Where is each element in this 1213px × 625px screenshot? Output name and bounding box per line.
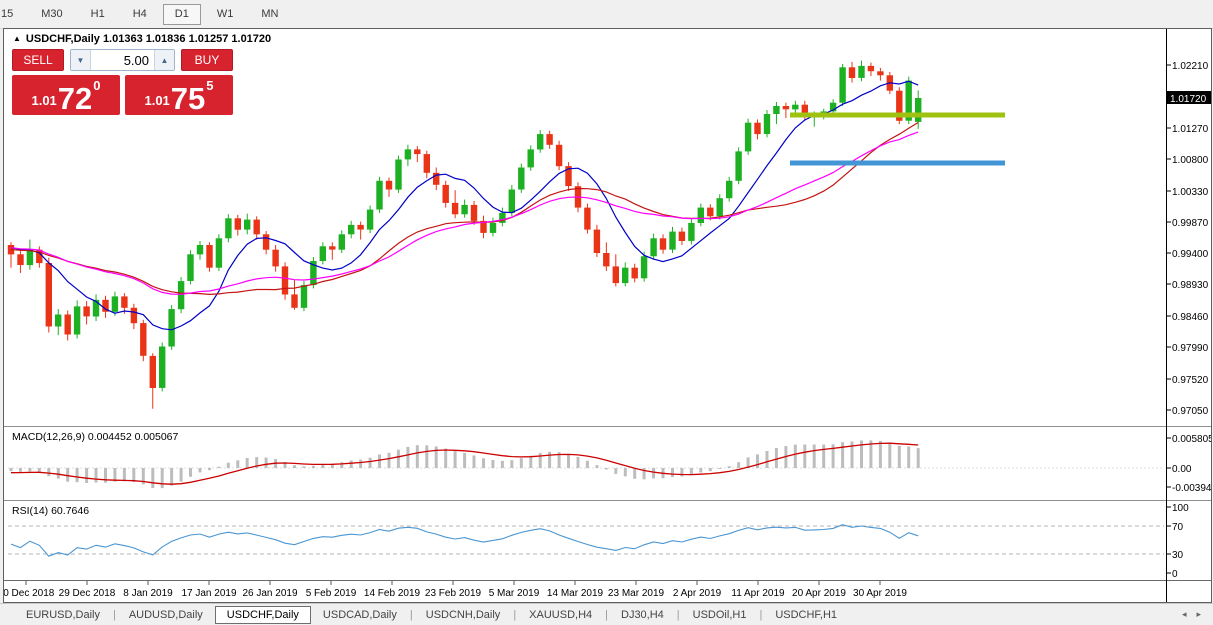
rsi-indicator-label: RSI(14) 60.7646 xyxy=(12,505,89,517)
buy-price-pips: 75 xyxy=(171,85,205,112)
symbol-tab-bar: EURUSD,Daily|AUDUSD,DailyUSDCHF,DailyUSD… xyxy=(0,603,1213,625)
rsi-panel: 100 70 30 0 xyxy=(8,503,1189,580)
tab-xauusd-h4[interactable]: XAUUSD,H4 xyxy=(517,606,604,624)
volume-decrease-button[interactable]: ▼ xyxy=(71,50,91,70)
svg-text:20 Dec 2018: 20 Dec 2018 xyxy=(4,588,55,599)
date-axis[interactable]: 20 Dec 2018 29 Dec 2018 8 Jan 2019 17 Jan 2… xyxy=(4,581,907,599)
svg-text:8 Jan 2019: 8 Jan 2019 xyxy=(123,588,173,599)
svg-text:-0.003945: -0.003945 xyxy=(1172,483,1211,494)
timeframe-button-h4[interactable]: H4 xyxy=(121,4,159,25)
svg-text:1.00800: 1.00800 xyxy=(1172,155,1209,166)
tab-usdoil-h1[interactable]: USDOil,H1 xyxy=(681,606,759,624)
svg-text:5 Feb 2019: 5 Feb 2019 xyxy=(306,588,357,599)
svg-text:26 Jan 2019: 26 Jan 2019 xyxy=(242,588,297,599)
svg-text:14 Feb 2019: 14 Feb 2019 xyxy=(364,588,421,599)
tab-dj30-h4[interactable]: DJ30,H4 xyxy=(609,606,676,624)
svg-text:0.97520: 0.97520 xyxy=(1172,375,1209,386)
chart-title-text: USDCHF,Daily 1.01363 1.01836 1.01257 1.0… xyxy=(26,33,271,45)
sell-button[interactable]: SELL xyxy=(12,49,64,71)
tab-scroll-right-icon[interactable]: ▸ xyxy=(1196,609,1201,619)
tab-scroll-arrows: ◂▸ xyxy=(1172,609,1201,620)
buy-price-point: 5 xyxy=(206,78,213,93)
svg-text:1.02210: 1.02210 xyxy=(1172,61,1209,72)
svg-text:1.00330: 1.00330 xyxy=(1172,187,1209,198)
tab-separator: | xyxy=(513,609,516,621)
tab-separator: | xyxy=(759,609,762,621)
svg-text:17 Jan 2019: 17 Jan 2019 xyxy=(181,588,236,599)
macd-indicator-label: MACD(12,26,9) 0.004452 0.005067 xyxy=(12,431,178,443)
volume-spinner: ▼ ▲ xyxy=(70,49,175,71)
sell-price-base: 1.01 xyxy=(31,93,56,108)
buy-button[interactable]: BUY xyxy=(181,49,233,71)
timeframe-button-15[interactable]: 15 xyxy=(0,4,25,25)
sell-price-point: 0 xyxy=(93,78,100,93)
timeframe-button-w1[interactable]: W1 xyxy=(205,4,246,25)
svg-text:1.01270: 1.01270 xyxy=(1172,124,1209,135)
svg-text:0.98930: 0.98930 xyxy=(1172,280,1209,291)
svg-text:5 Mar 2019: 5 Mar 2019 xyxy=(489,588,540,599)
sell-price-tile[interactable]: 1.01 72 0 xyxy=(12,75,120,115)
one-click-trading-panel: SELL ▼ ▲ BUY 1.01 72 0 1.01 75 5 xyxy=(12,49,233,115)
timeframe-button-d1[interactable]: D1 xyxy=(163,4,201,25)
tab-eurusd-daily[interactable]: EURUSD,Daily xyxy=(14,606,112,624)
volume-input[interactable] xyxy=(91,50,154,70)
tab-separator: | xyxy=(113,609,116,621)
sell-price-pips: 72 xyxy=(58,85,92,112)
timeframe-button-m30[interactable]: M30 xyxy=(29,4,74,25)
tab-scroll-left-icon[interactable]: ◂ xyxy=(1182,609,1187,619)
svg-text:20 Apr 2019: 20 Apr 2019 xyxy=(792,588,846,599)
svg-text:11 Apr 2019: 11 Apr 2019 xyxy=(731,588,785,599)
svg-text:0.98460: 0.98460 xyxy=(1172,312,1209,323)
buy-price-tile[interactable]: 1.01 75 5 xyxy=(125,75,233,115)
svg-text:70: 70 xyxy=(1172,522,1184,533)
macd-panel: 0.005805 0.00 -0.003945 xyxy=(8,434,1211,494)
timeframe-button-h1[interactable]: H1 xyxy=(79,4,117,25)
chart-window: 1.022101.017201.012701.008001.003300.998… xyxy=(3,28,1212,603)
svg-text:0.99870: 0.99870 xyxy=(1172,218,1209,229)
tab-separator: | xyxy=(677,609,680,621)
buy-price-base: 1.01 xyxy=(144,93,169,108)
svg-text:23 Feb 2019: 23 Feb 2019 xyxy=(425,588,482,599)
svg-text:1.01720: 1.01720 xyxy=(1170,94,1207,105)
timeframe-toolbar: 15M30H1H4D1W1MN xyxy=(0,0,1213,29)
svg-text:14 Mar 2019: 14 Mar 2019 xyxy=(547,588,604,599)
tab-usdchf-daily[interactable]: USDCHF,Daily xyxy=(215,606,311,624)
svg-text:30 Apr 2019: 30 Apr 2019 xyxy=(853,588,907,599)
tab-separator: | xyxy=(605,609,608,621)
chart-title: ▲ USDCHF,Daily 1.01363 1.01836 1.01257 1.… xyxy=(13,33,271,45)
tab-separator: | xyxy=(410,609,413,621)
timeframe-button-mn[interactable]: MN xyxy=(249,4,290,25)
tab-usdchf-h1[interactable]: USDCHF,H1 xyxy=(763,606,849,624)
svg-text:0.00: 0.00 xyxy=(1172,464,1192,475)
tab-usdcad-daily[interactable]: USDCAD,Daily xyxy=(311,606,409,624)
svg-text:0.005805: 0.005805 xyxy=(1172,434,1211,445)
svg-text:29 Dec 2018: 29 Dec 2018 xyxy=(59,588,116,599)
svg-text:0.97990: 0.97990 xyxy=(1172,343,1209,354)
price-axis[interactable]: 1.02210 1.01720 1.01270 1.00800 1.00330 0.998… xyxy=(1166,61,1211,417)
svg-text:100: 100 xyxy=(1172,503,1189,514)
svg-text:0: 0 xyxy=(1172,569,1178,580)
volume-increase-button[interactable]: ▲ xyxy=(154,50,174,70)
rsi-line xyxy=(11,525,918,557)
svg-text:0.99400: 0.99400 xyxy=(1172,249,1209,260)
svg-text:23 Mar 2019: 23 Mar 2019 xyxy=(608,588,665,599)
svg-text:0.97050: 0.97050 xyxy=(1172,406,1209,417)
tab-usdcnh-daily[interactable]: USDCNH,Daily xyxy=(414,606,513,624)
svg-text:2 Apr 2019: 2 Apr 2019 xyxy=(673,588,722,599)
svg-text:30: 30 xyxy=(1172,550,1184,561)
tab-audusd-daily[interactable]: AUDUSD,Daily xyxy=(117,606,215,624)
collapse-triangle-icon[interactable]: ▲ xyxy=(13,34,21,43)
